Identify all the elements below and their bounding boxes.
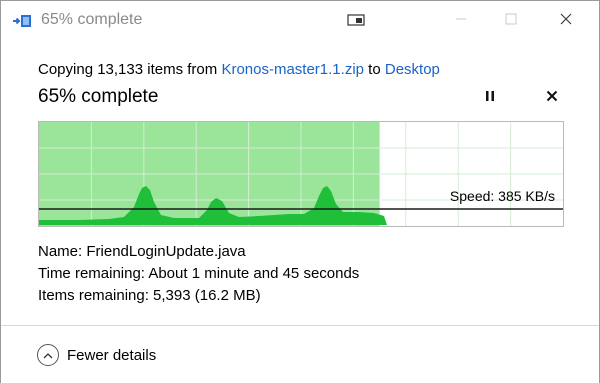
cancel-icon <box>546 89 558 107</box>
name-row: Name: FriendLoginUpdate.java <box>38 241 359 263</box>
copy-to-word: to <box>368 61 381 78</box>
progress-heading: 65% complete <box>38 86 159 107</box>
chevron-up-circle-icon <box>37 344 59 366</box>
destination-link[interactable]: Desktop <box>385 61 440 78</box>
speed-label: Speed: 385 KB/s <box>449 188 555 204</box>
source-link[interactable]: Kronos-master1.1.zip <box>221 61 364 78</box>
name-label: Name: <box>38 243 83 260</box>
close-icon <box>560 12 572 30</box>
speed-graph: Speed: 385 KB/s <box>38 121 564 227</box>
pause-button[interactable] <box>479 87 501 109</box>
fewer-details-button[interactable]: Fewer details <box>37 342 156 368</box>
maximize-icon <box>505 12 517 30</box>
items-remaining-row: Items remaining: 5,393 (16.2 MB) <box>38 285 359 307</box>
window-title: 65% complete <box>41 11 143 28</box>
title-bar: 65% complete <box>1 1 599 41</box>
compact-view-icon <box>347 13 365 32</box>
copy-progress-dialog: 65% complete Copying 13,133 items from K… <box>0 0 600 383</box>
copy-summary: Copying 13,133 items from Kronos-master1… <box>38 61 440 78</box>
details-panel: Name: FriendLoginUpdate.java Time remain… <box>38 241 359 307</box>
pause-icon <box>484 89 496 107</box>
copy-files-icon <box>12 13 32 29</box>
cancel-button[interactable] <box>541 87 563 109</box>
maximize-button[interactable] <box>491 5 531 37</box>
minimize-button[interactable] <box>441 5 481 37</box>
close-button[interactable] <box>546 5 586 37</box>
items-remaining-label: Items remaining: <box>38 287 149 304</box>
time-remaining-row: Time remaining: About 1 minute and 45 se… <box>38 263 359 285</box>
minimize-icon <box>455 12 467 30</box>
footer: Fewer details <box>1 325 599 383</box>
time-remaining-label: Time remaining: <box>38 265 145 282</box>
items-remaining-value: 5,393 (16.2 MB) <box>153 287 261 304</box>
name-value: FriendLoginUpdate.java <box>86 243 246 260</box>
compact-view-button[interactable] <box>339 9 373 35</box>
time-remaining-value: About 1 minute and 45 seconds <box>148 265 360 282</box>
copy-prefix: Copying 13,133 items from <box>38 61 218 78</box>
fewer-details-label: Fewer details <box>67 346 157 364</box>
